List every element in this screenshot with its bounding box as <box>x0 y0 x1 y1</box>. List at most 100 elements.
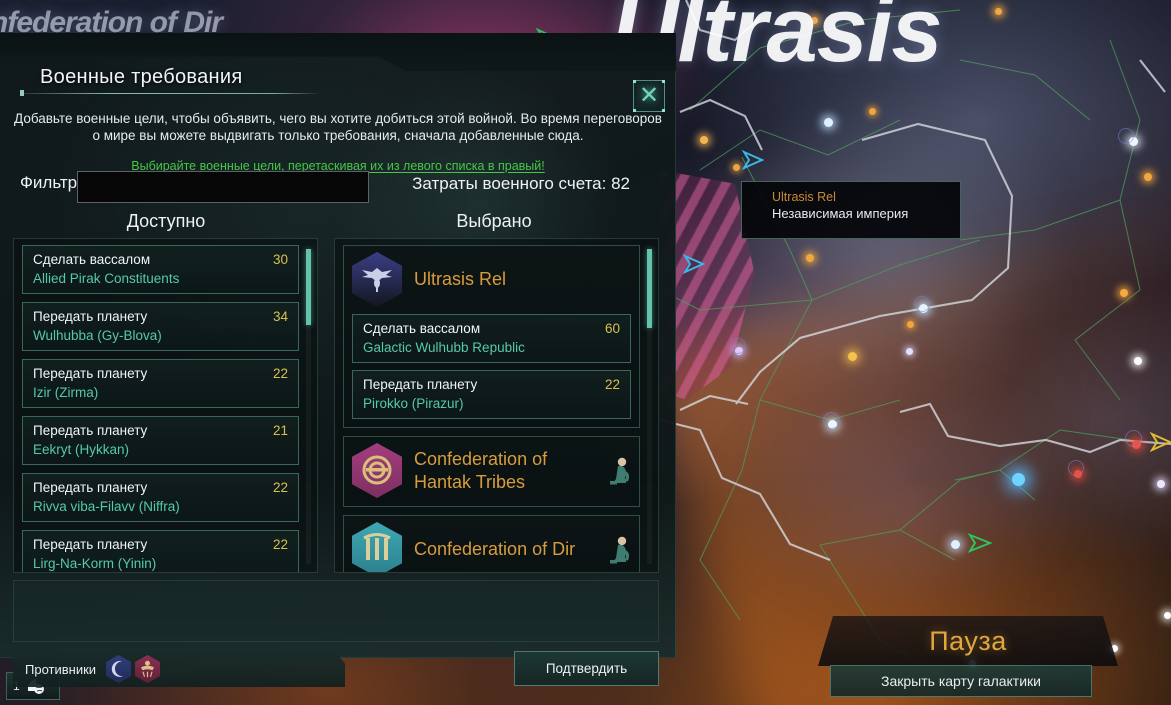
game-screen: nfederation of Dir Ultrasis Confederatio… <box>0 0 1171 705</box>
war-goal-type: Сделать вассалом <box>33 250 288 269</box>
war-score-cost: Затраты военного счета: 82 <box>400 173 630 195</box>
confirm-button-label: Подтвердить <box>546 661 627 676</box>
empire-demand-group[interactable]: Confederation of Hantak Tribes <box>343 436 640 507</box>
star-node[interactable] <box>700 136 708 144</box>
star-node[interactable] <box>811 17 818 24</box>
empire-demand-group[interactable]: Ultrasis Rel Сделать вассаломGalactic Wul… <box>343 245 640 428</box>
war-goal-cost: 30 <box>273 250 288 269</box>
close-dialog-button[interactable]: ✕ <box>633 80 665 112</box>
war-goal-row[interactable]: Сделать вассаломAllied Pirak Constituent… <box>22 245 299 294</box>
dialog-description: Добавьте военные цели, чтобы объявить, ч… <box>12 110 664 144</box>
selected-scrollbar[interactable] <box>647 249 652 564</box>
war-goal-row[interactable]: Передать планетуRivva viba-Filavv (Niffr… <box>22 473 299 522</box>
corner-mark <box>633 80 636 83</box>
tooltip-empire-name: Ultrasis Rel <box>772 190 960 205</box>
pause-indicator: Пауза <box>818 616 1118 666</box>
star-node[interactable] <box>1157 480 1165 488</box>
star-ring <box>823 412 840 429</box>
title-underline <box>20 93 320 94</box>
war-goal-row[interactable]: Передать планетуEekryt (Hykkan)21 <box>22 416 299 465</box>
fleet-icon-cyan[interactable] <box>683 254 705 274</box>
star-node[interactable] <box>733 164 740 171</box>
selected-column-header: Выбрано <box>348 211 640 232</box>
war-goal-cost: 22 <box>273 535 288 554</box>
crown-emblem-flag <box>135 655 160 683</box>
war-goal-cost: 60 <box>605 319 620 338</box>
war-goal-row[interactable]: Передать планетуPirokko (Pirazur)22 <box>352 370 631 419</box>
war-goal-row[interactable]: Сделать вассаломGalactic Wulhubb Republi… <box>352 314 631 363</box>
star-node[interactable] <box>1144 173 1152 181</box>
star-node[interactable] <box>806 254 814 262</box>
close-galaxy-map-button[interactable]: Закрыть карту галактики <box>830 665 1092 697</box>
fleet-icon-green[interactable] <box>968 533 992 553</box>
war-goal-target: Rivva viba-Filavv (Niffra) <box>33 497 288 516</box>
war-goal-row[interactable]: Передать планетуIzir (Zirma)22 <box>22 359 299 408</box>
star-node[interactable] <box>848 352 857 361</box>
available-column-header: Доступно <box>20 211 312 232</box>
star-node[interactable] <box>906 348 913 355</box>
star-ring <box>1125 430 1142 447</box>
war-goal-cost: 22 <box>273 364 288 383</box>
war-goal-target: Wulhubba (Gy-Blova) <box>33 326 288 345</box>
pause-label: Пауза <box>818 616 1118 666</box>
fleet-icon-yellow[interactable] <box>1150 432 1171 452</box>
close-icon: ✕ <box>639 84 659 108</box>
available-goals-panel[interactable]: Сделать вассаломAllied Pirak Constituent… <box>13 238 318 573</box>
three-pillars-emblem-flag <box>352 522 402 573</box>
war-goal-row[interactable]: Передать планетуWulhubba (Gy-Blova)34 <box>22 302 299 351</box>
kneeling-figure-icon <box>605 535 631 565</box>
war-goal-cost: 22 <box>273 478 288 497</box>
enemies-label: Противники <box>25 662 96 677</box>
empire-demand-group[interactable]: Confederation of Dir <box>343 515 640 573</box>
war-goal-type: Передать планету <box>363 375 620 394</box>
available-scrollbar[interactable] <box>306 249 311 564</box>
ringed-circle-emblem-flag[interactable] <box>352 443 402 498</box>
star-node[interactable] <box>824 118 833 127</box>
corner-mark <box>662 80 665 83</box>
war-goal-cost: 34 <box>273 307 288 326</box>
filter-input[interactable] <box>77 171 369 203</box>
war-goal-target: Lirg-Na-Korm (Yinin) <box>33 554 288 573</box>
confirm-button[interactable]: Подтвердить <box>514 651 659 686</box>
selected-goals-panel[interactable]: Ultrasis Rel Сделать вассаломGalactic Wul… <box>334 238 659 573</box>
star-node[interactable] <box>1164 612 1171 619</box>
dialog-title: Военные требования <box>40 66 242 89</box>
dialog-bottom-well <box>13 580 659 642</box>
star-ring <box>1068 460 1084 476</box>
empire-name: Confederation of Dir <box>414 538 575 561</box>
star-node[interactable] <box>995 8 1002 15</box>
star-node[interactable] <box>869 108 876 115</box>
three-pillars-emblem-flag[interactable] <box>352 522 402 573</box>
close-galaxy-map-label: Закрыть карту галактики <box>881 673 1041 689</box>
war-goal-row[interactable]: Передать планетуLirg-Na-Korm (Yinin)22 <box>22 530 299 573</box>
ringed-circle-emblem-flag <box>352 443 402 498</box>
war-goal-cost: 22 <box>605 375 620 394</box>
empire-header: Ultrasis Rel <box>352 252 631 307</box>
war-goal-type: Передать планету <box>33 307 288 326</box>
selected-scrollbar-thumb[interactable] <box>647 249 652 328</box>
war-goal-type: Передать планету <box>33 364 288 383</box>
war-goal-target: Eekryt (Hykkan) <box>33 440 288 459</box>
title-underline-tick <box>20 90 24 96</box>
enemies-bar: Противники <box>13 651 345 687</box>
star-node[interactable] <box>1120 289 1128 297</box>
war-goal-type: Передать планету <box>33 421 288 440</box>
star-node[interactable] <box>1134 357 1142 365</box>
available-scrollbar-thumb[interactable] <box>306 249 311 325</box>
empire-name: Ultrasis Rel <box>414 268 506 291</box>
war-goal-type: Передать планету <box>33 478 288 497</box>
war-goal-target: Galactic Wulhubb Republic <box>363 338 620 357</box>
fleet-icon-cyan[interactable] <box>742 150 764 170</box>
tooltip-empire-type: Независимая империя <box>772 205 960 222</box>
crescent-emblem-flag[interactable] <box>106 655 131 683</box>
available-goals-list: Сделать вассаломAllied Pirak Constituent… <box>14 239 317 573</box>
star-node[interactable] <box>907 321 914 328</box>
star-node[interactable] <box>1012 473 1025 486</box>
map-tooltip: Ultrasis Rel Независимая империя <box>741 181 961 239</box>
star-node[interactable] <box>951 540 960 549</box>
crown-emblem-flag[interactable] <box>135 655 160 683</box>
star-ring <box>1118 128 1134 144</box>
war-goal-type: Сделать вассалом <box>363 319 620 338</box>
selected-goals-list: Ultrasis Rel Сделать вассаломGalactic Wul… <box>335 239 658 573</box>
eagle-emblem-flag[interactable] <box>352 252 402 307</box>
